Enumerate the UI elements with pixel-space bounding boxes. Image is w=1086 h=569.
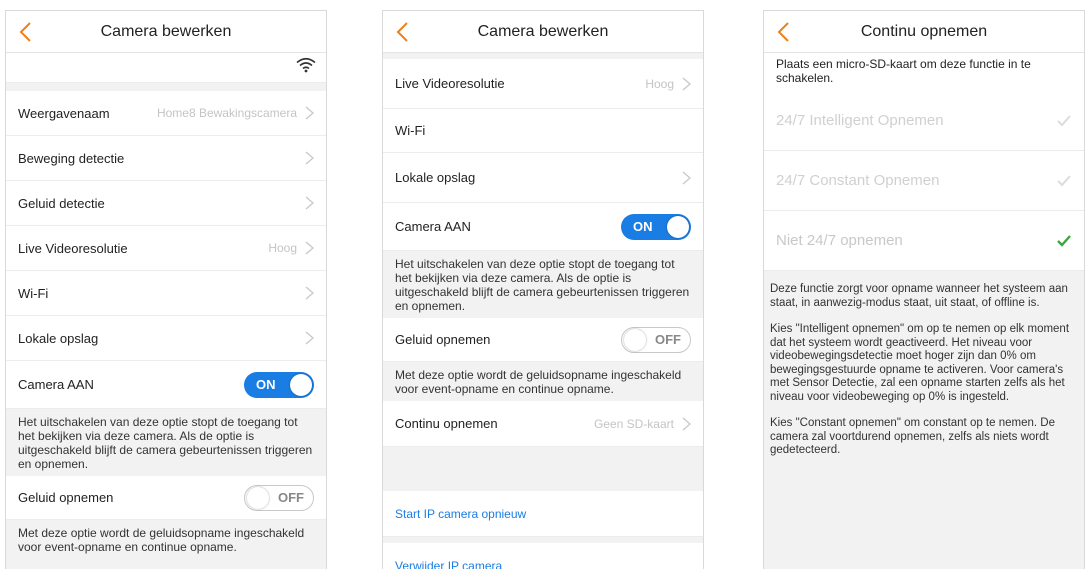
record-audio-note: Met deze optie wordt de geluidsopname in…	[6, 520, 326, 559]
row-label: Continu opnemen	[395, 416, 498, 431]
row-label: Camera AAN	[395, 219, 471, 234]
wifi-icon	[296, 57, 316, 78]
row-wifi[interactable]: Wi-Fi	[383, 109, 703, 153]
info-paragraph: Deze functie zorgt voor opname wanneer h…	[770, 283, 1068, 309]
row-live-resolution[interactable]: Live Videoresolutie Hoog	[383, 59, 703, 109]
row-label: Wi-Fi	[18, 285, 49, 301]
row-camera-on: Camera AAN ON	[6, 361, 326, 409]
header: Continu opnemen	[764, 11, 1084, 53]
option-constant[interactable]: 24/7 Constant Opnemen	[764, 151, 1084, 211]
sd-card-notice: Plaats een micro-SD-kaart om deze functi…	[764, 53, 1084, 91]
chevron-right-icon	[305, 331, 314, 345]
screen-camera-edit-1: Camera bewerken Weergavenaam Home8 Bewak…	[5, 10, 327, 569]
row-value: Hoog	[268, 241, 297, 255]
row-label: Live Videoresolutie	[395, 76, 505, 91]
row-local-storage[interactable]: Lokale opslag	[383, 153, 703, 203]
row-wifi[interactable]: Wi-Fi	[6, 271, 326, 316]
chevron-right-icon	[305, 196, 314, 210]
row-label: Wi-Fi	[395, 123, 426, 138]
row-value: Home8 Bewakingscamera	[156, 106, 297, 120]
row-label: Lokale opslag	[395, 170, 476, 185]
row-local-storage[interactable]: Lokale opslag	[6, 316, 326, 361]
record-audio-toggle[interactable]: OFF	[244, 484, 314, 511]
info-paragraph: Kies "Intelligent opnemen" om op te neme…	[770, 323, 1070, 403]
chevron-right-icon	[305, 286, 314, 300]
header: Camera bewerken	[6, 11, 326, 53]
back-chevron-icon[interactable]	[774, 19, 796, 45]
page-title: Camera bewerken	[477, 22, 609, 40]
chevron-right-icon	[305, 106, 314, 120]
row-label: Geluid detectie	[18, 195, 105, 211]
chevron-right-icon	[305, 151, 314, 165]
check-icon	[1057, 174, 1071, 186]
toggle-text: OFF	[655, 331, 681, 347]
row-record-audio: Geluid opnemen OFF	[6, 476, 326, 520]
option-label: Niet 24/7 opnemen	[776, 232, 903, 249]
toggle-text: ON	[633, 218, 653, 234]
record-audio-note: Met deze optie wordt de geluidsopname in…	[383, 362, 703, 401]
row-sound-detection[interactable]: Geluid detectie	[6, 181, 326, 226]
header: Camera bewerken	[383, 11, 703, 53]
row-label: Geluid opnemen	[395, 332, 491, 347]
wifi-status-bar	[6, 53, 326, 83]
option-intelligent[interactable]: 24/7 Intelligent Opnemen	[764, 91, 1084, 151]
page-title: Camera bewerken	[100, 22, 232, 40]
row-continuous-recording[interactable]: Continu opnemen Geen SD-kaart	[383, 401, 703, 447]
record-audio-toggle[interactable]: OFF	[621, 326, 691, 353]
chevron-right-icon	[682, 77, 691, 90]
restart-camera-link[interactable]: Start IP camera opnieuw	[383, 491, 703, 537]
option-not-247[interactable]: Niet 24/7 opnemen	[764, 211, 1084, 271]
toggle-text: OFF	[278, 489, 304, 505]
toggle-knob	[290, 373, 312, 396]
back-chevron-icon[interactable]	[393, 19, 415, 45]
row-live-resolution[interactable]: Live Videoresolutie Hoog	[6, 226, 326, 271]
camera-on-toggle[interactable]: ON	[244, 371, 314, 398]
row-record-audio: Geluid opnemen OFF	[383, 318, 703, 362]
row-value: Hoog	[645, 76, 674, 91]
row-label: Beweging detectie	[18, 150, 125, 166]
chevron-right-icon	[305, 241, 314, 255]
chevron-right-icon	[682, 417, 691, 430]
row-value: Geen SD-kaart	[593, 416, 674, 431]
row-label: Camera AAN	[18, 377, 94, 392]
toggle-knob	[624, 328, 646, 351]
row-camera-on: Camera AAN ON	[383, 203, 703, 251]
row-label: Live Videoresolutie	[18, 240, 128, 256]
toggle-knob	[247, 486, 269, 509]
row-label: Weergavenaam	[18, 105, 110, 121]
row-motion-detection[interactable]: Beweging detectie	[6, 136, 326, 181]
screen-continuous-recording: Continu opnemen Plaats een micro-SD-kaar…	[763, 10, 1085, 569]
toggle-text: ON	[256, 376, 276, 392]
page-title: Continu opnemen	[860, 22, 988, 40]
toggle-knob	[667, 215, 689, 238]
row-display-name[interactable]: Weergavenaam Home8 Bewakingscamera	[6, 91, 326, 136]
info-paragraph: Kies "Constant opnemen" om constant op t…	[770, 417, 1055, 456]
camera-on-toggle[interactable]: ON	[621, 213, 691, 240]
option-label: 24/7 Constant Opnemen	[776, 172, 940, 189]
check-icon	[1057, 114, 1071, 126]
check-icon	[1057, 234, 1071, 247]
delete-camera-link[interactable]: Verwijder IP camera	[383, 543, 703, 569]
option-label: 24/7 Intelligent Opnemen	[776, 112, 944, 129]
row-label: Geluid opnemen	[18, 490, 114, 505]
back-chevron-icon[interactable]	[16, 19, 38, 45]
chevron-right-icon	[682, 171, 691, 184]
camera-on-note: Het uitschakelen van deze optie stopt de…	[383, 251, 703, 318]
row-label: Lokale opslag	[18, 330, 99, 346]
screen-camera-edit-2: Camera bewerken Live Videoresolutie Hoog…	[382, 10, 704, 569]
camera-on-note: Het uitschakelen van deze optie stopt de…	[6, 409, 326, 476]
